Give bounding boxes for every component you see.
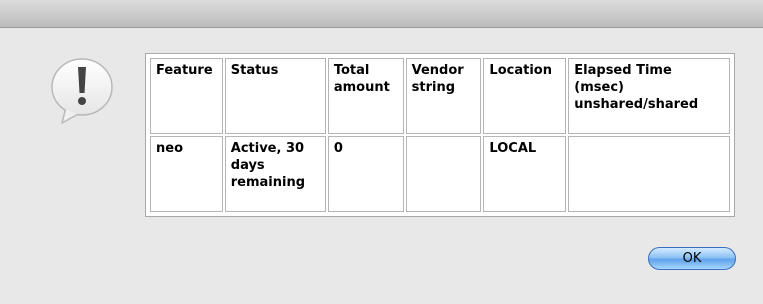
table-row: neo Active, 30 days remaining 0 LOCAL — [150, 136, 730, 212]
column-header-vendor-string: Vendor string — [405, 58, 482, 134]
cell-feature: neo — [150, 136, 223, 212]
cell-vendor-string — [405, 136, 482, 212]
cell-location: LOCAL — [483, 136, 567, 212]
feature-table-container: Feature Status Total amount Vendor strin… — [145, 53, 735, 217]
column-header-total-amount: Total amount — [327, 58, 404, 134]
alert-exclamation-icon — [48, 55, 120, 127]
ok-button[interactable]: OK — [648, 247, 736, 270]
cell-status: Active, 30 days remaining — [224, 136, 326, 212]
cell-total-amount: 0 — [327, 136, 404, 212]
column-header-elapsed-time: Elapsed Time (msec) unshared/shared — [568, 58, 730, 134]
feature-table: Feature Status Total amount Vendor strin… — [148, 56, 732, 214]
column-header-location: Location — [483, 58, 567, 134]
window-title-bar — [0, 0, 763, 28]
cell-elapsed-time — [568, 136, 730, 212]
table-header-row: Feature Status Total amount Vendor strin… — [150, 58, 730, 134]
column-header-feature: Feature — [150, 58, 223, 134]
column-header-status: Status — [224, 58, 326, 134]
